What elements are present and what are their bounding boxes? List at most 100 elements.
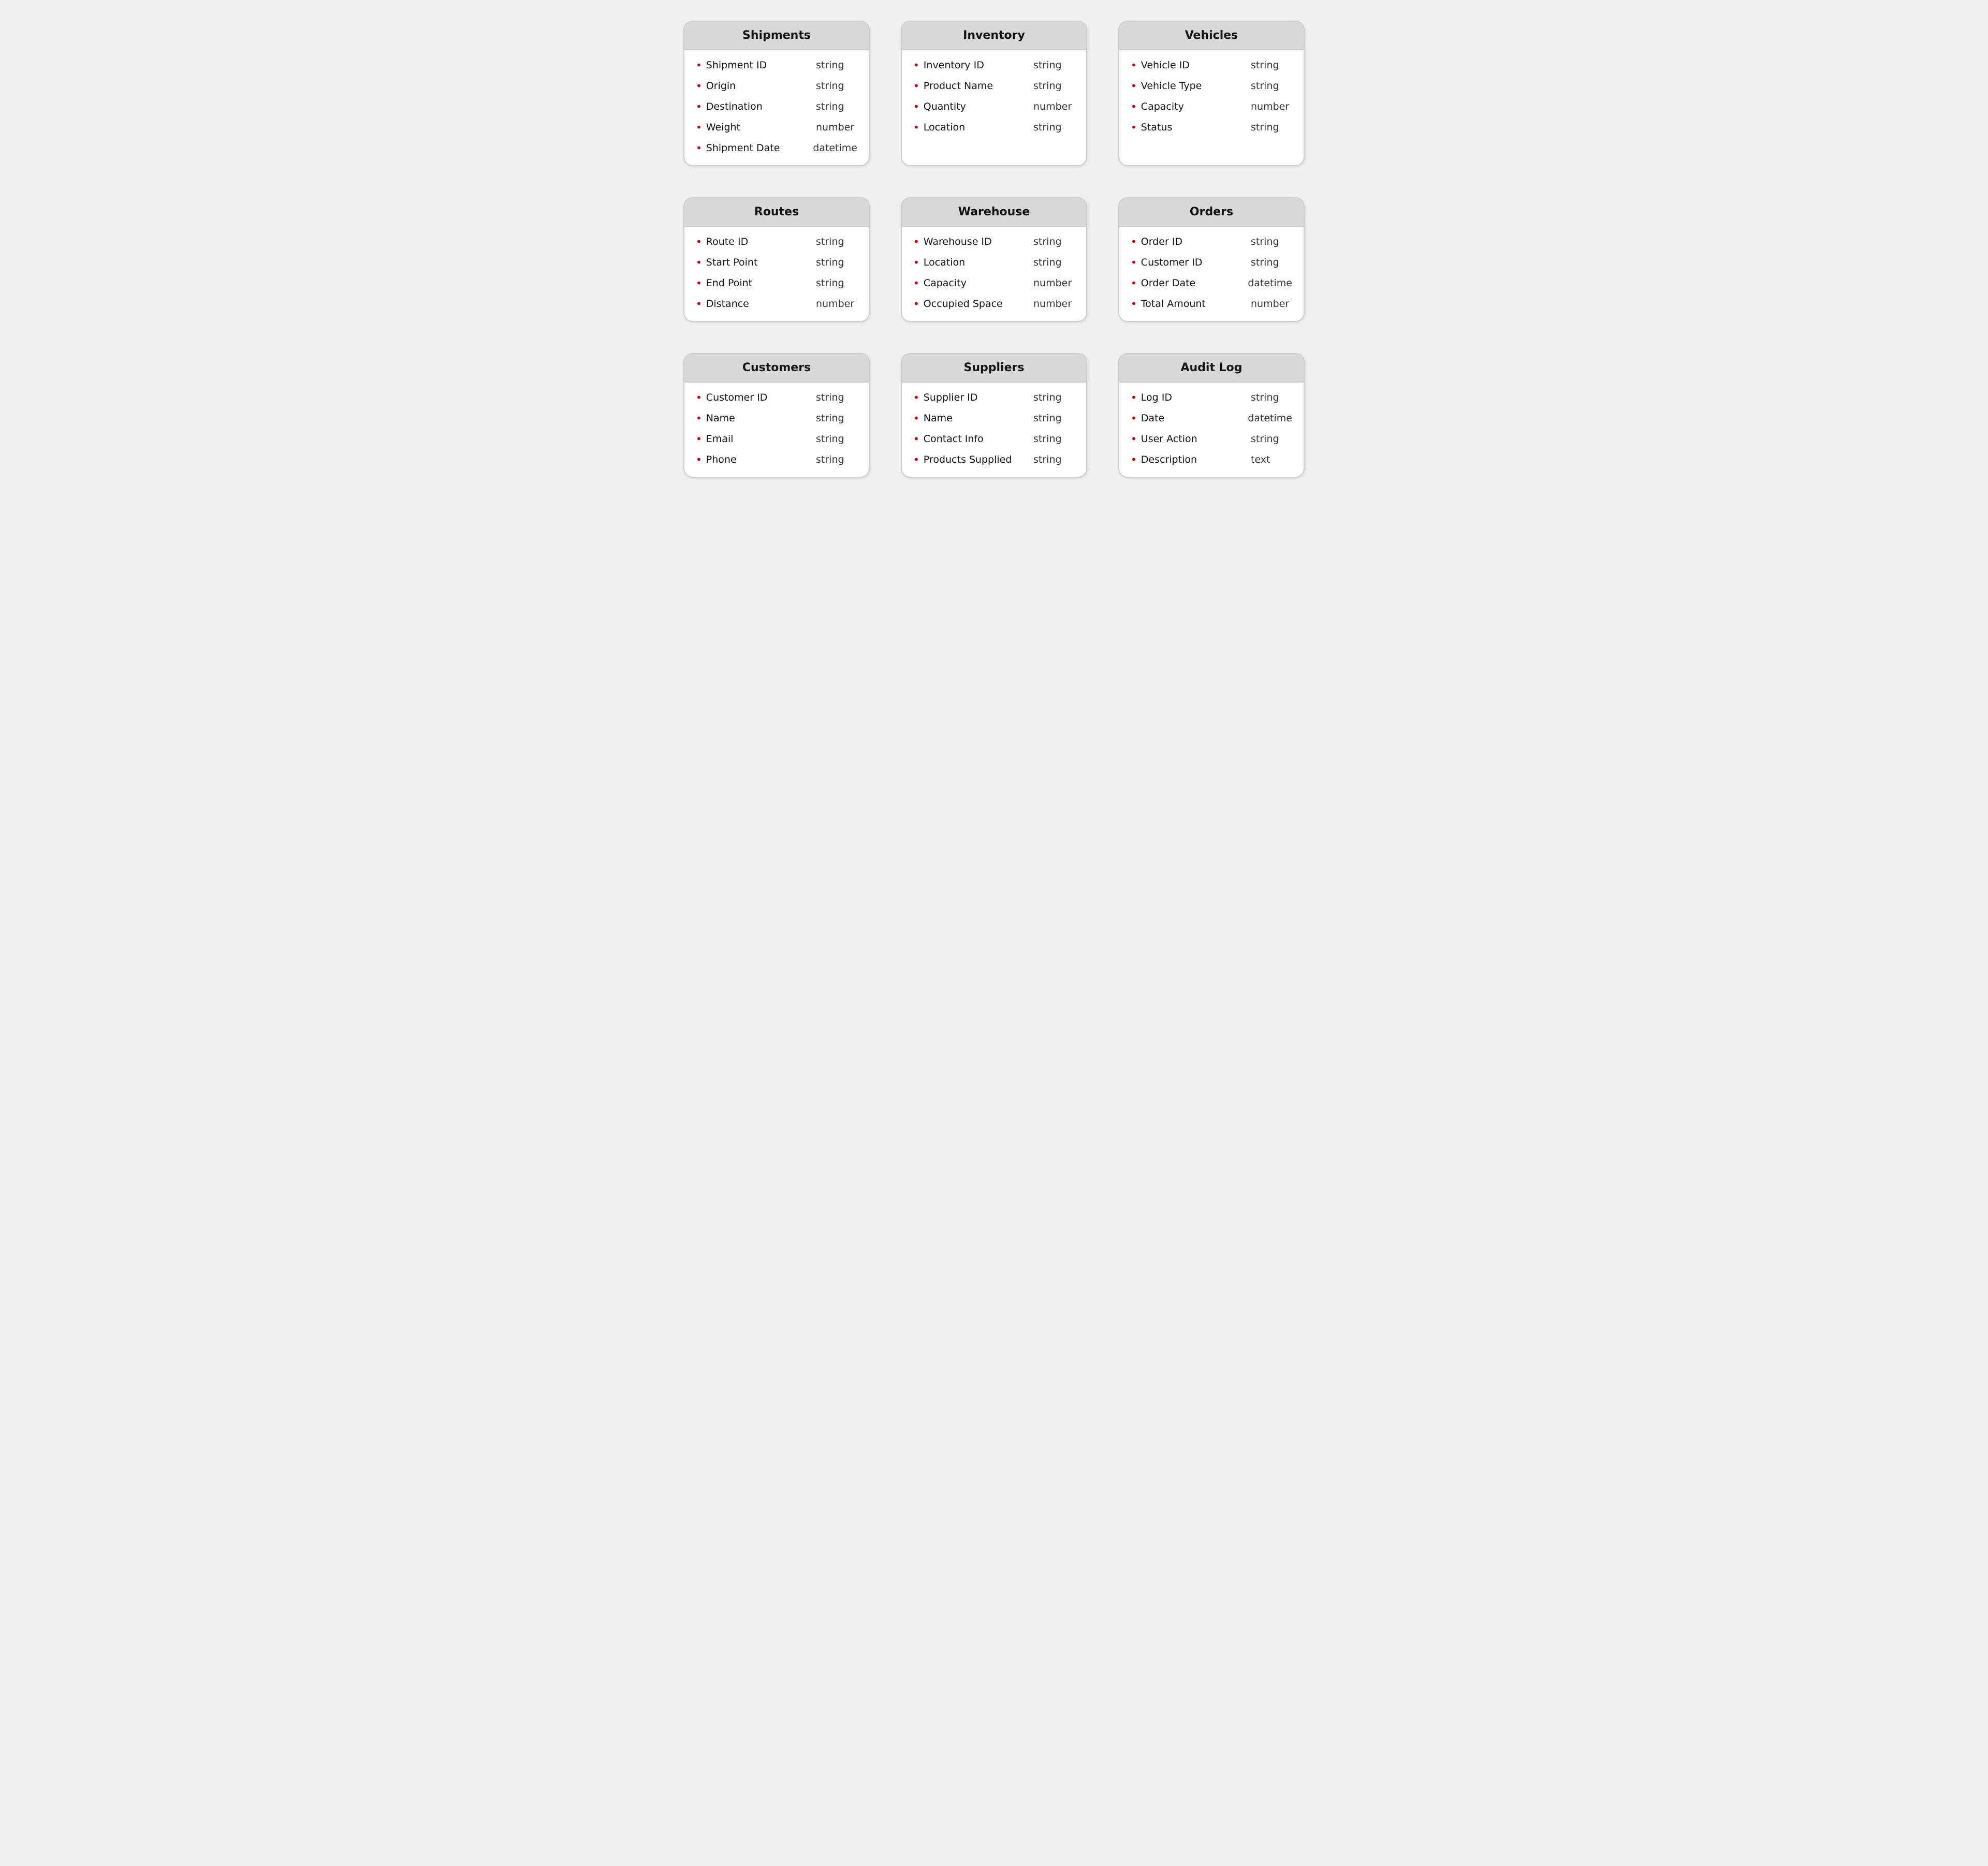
bullet-icon: •	[913, 101, 919, 112]
field-row: •Occupied Spacenumber	[913, 298, 1075, 310]
card-body-shipments: •Shipment IDstring•Originstring•Destinat…	[684, 50, 869, 165]
card-shipments: Shipments•Shipment IDstring•Originstring…	[683, 21, 870, 166]
bullet-icon: •	[696, 299, 702, 309]
field-type: string	[816, 277, 857, 289]
field-type: string	[1033, 433, 1075, 445]
bullet-icon: •	[696, 143, 702, 153]
field-row: •Quantitynumber	[913, 101, 1075, 112]
bullet-icon: •	[696, 237, 702, 247]
field-type: string	[1251, 236, 1292, 247]
field-type: string	[816, 60, 857, 71]
field-name: •Phone	[696, 454, 768, 465]
field-row: •Start Pointstring	[696, 257, 857, 268]
card-suppliers: Suppliers•Supplier IDstring•Namestring•C…	[901, 353, 1087, 478]
field-name: • Destination	[696, 101, 768, 112]
field-type: datetime	[1248, 277, 1292, 289]
bullet-icon: •	[913, 257, 919, 268]
field-type: string	[1251, 80, 1292, 92]
field-label: Name	[924, 413, 953, 424]
field-row: •Customer IDstring	[1131, 257, 1292, 268]
schema-grid: Shipments•Shipment IDstring•Originstring…	[683, 21, 1305, 478]
card-warehouse: Warehouse•Warehouse IDstring•Locationstr…	[901, 197, 1087, 322]
field-label: Destination	[706, 101, 763, 112]
field-label: Location	[924, 257, 965, 268]
field-label: Log ID	[1141, 392, 1172, 403]
card-inventory: Inventory•Inventory IDstring•Product Nam…	[901, 21, 1087, 166]
field-name: •Origin	[696, 80, 768, 92]
bullet-icon: •	[913, 122, 919, 133]
bullet-icon: •	[696, 122, 702, 133]
field-type: text	[1251, 454, 1292, 465]
field-row: •Order ID string	[1131, 236, 1292, 247]
card-title-audit-log: Audit Log	[1119, 354, 1304, 383]
field-label: Customer ID	[706, 392, 768, 403]
field-type: string	[1251, 392, 1292, 403]
card-body-routes: •Route ID string •Start Pointstring •End Po…	[684, 227, 869, 321]
bullet-icon: •	[913, 81, 919, 91]
field-row: •Weightnumber	[696, 122, 857, 133]
field-label: Warehouse ID	[924, 236, 992, 247]
bullet-icon: •	[1131, 237, 1137, 247]
field-name: •Contact Info	[913, 433, 986, 445]
field-label: Name	[706, 413, 735, 424]
field-row: •Namestring	[913, 413, 1075, 424]
field-label: Inventory ID	[924, 60, 984, 71]
bullet-icon: •	[696, 413, 702, 423]
field-type: string	[1033, 257, 1075, 268]
field-type: string	[1033, 122, 1075, 133]
field-label: Contact Info	[924, 433, 984, 445]
field-label: Shipment Date	[706, 142, 780, 154]
bullet-icon: •	[1131, 434, 1137, 444]
field-type: string	[1033, 454, 1075, 465]
field-row: •Originstring	[696, 80, 857, 92]
field-row: •Phone string	[696, 454, 857, 465]
bullet-icon: •	[1131, 413, 1137, 423]
field-row: •Shipment IDstring	[696, 60, 857, 71]
field-type: string	[1251, 60, 1292, 71]
bullet-icon: •	[696, 454, 702, 465]
field-type: string	[816, 101, 857, 112]
field-type: string	[816, 433, 857, 445]
field-name: •Total Amount	[1131, 298, 1206, 310]
field-row: •Datedatetime	[1131, 413, 1292, 424]
field-type: string	[1251, 433, 1292, 445]
field-name: • User Action	[1131, 433, 1203, 445]
card-title-warehouse: Warehouse	[902, 198, 1086, 227]
field-label: Occupied Space	[924, 298, 1003, 310]
field-type: string	[1033, 392, 1075, 403]
field-name: •Products Supplied	[913, 454, 1012, 465]
field-row: •Locationstring	[913, 122, 1075, 133]
field-name: •Capacity	[913, 277, 986, 289]
field-row: •Log ID string	[1131, 392, 1292, 403]
field-type: string	[816, 392, 857, 403]
bullet-icon: •	[696, 101, 702, 112]
field-type: string	[1033, 236, 1075, 247]
card-title-shipments: Shipments	[684, 22, 869, 50]
field-row: •Inventory IDstring	[913, 60, 1075, 71]
field-row: •Distancenumber	[696, 298, 857, 310]
field-name: •Supplier ID	[913, 392, 986, 403]
field-label: User Action	[1141, 433, 1197, 445]
field-type: string	[816, 454, 857, 465]
card-customers: Customers•Customer IDstring•Namestring•E…	[683, 353, 870, 478]
field-name: •Vehicle Type	[1131, 80, 1203, 92]
field-row: •End Pointstring	[696, 277, 857, 289]
field-name: •Email	[696, 433, 768, 445]
card-body-audit-log: •Log IDstring•Datedatetime•User Actionst…	[1119, 383, 1304, 477]
field-type: number	[1251, 101, 1292, 112]
field-label: Capacity	[924, 277, 967, 289]
field-label: Description	[1141, 454, 1197, 465]
field-name: •Order ID	[1131, 236, 1203, 247]
field-name: •Log ID	[1131, 392, 1203, 403]
field-label: Distance	[706, 298, 749, 310]
field-row: •Customer IDstring	[696, 392, 857, 403]
bullet-icon: •	[913, 454, 919, 465]
field-name: •Weight	[696, 122, 768, 133]
field-row: •Order Datedatetime	[1131, 277, 1292, 289]
field-name: •Route ID	[696, 236, 768, 247]
bullet-icon: •	[1131, 278, 1137, 288]
field-type: string	[1033, 413, 1075, 424]
field-label: Date	[1141, 413, 1164, 424]
field-label: Supplier ID	[924, 392, 978, 403]
field-label: Start Point	[706, 257, 758, 268]
